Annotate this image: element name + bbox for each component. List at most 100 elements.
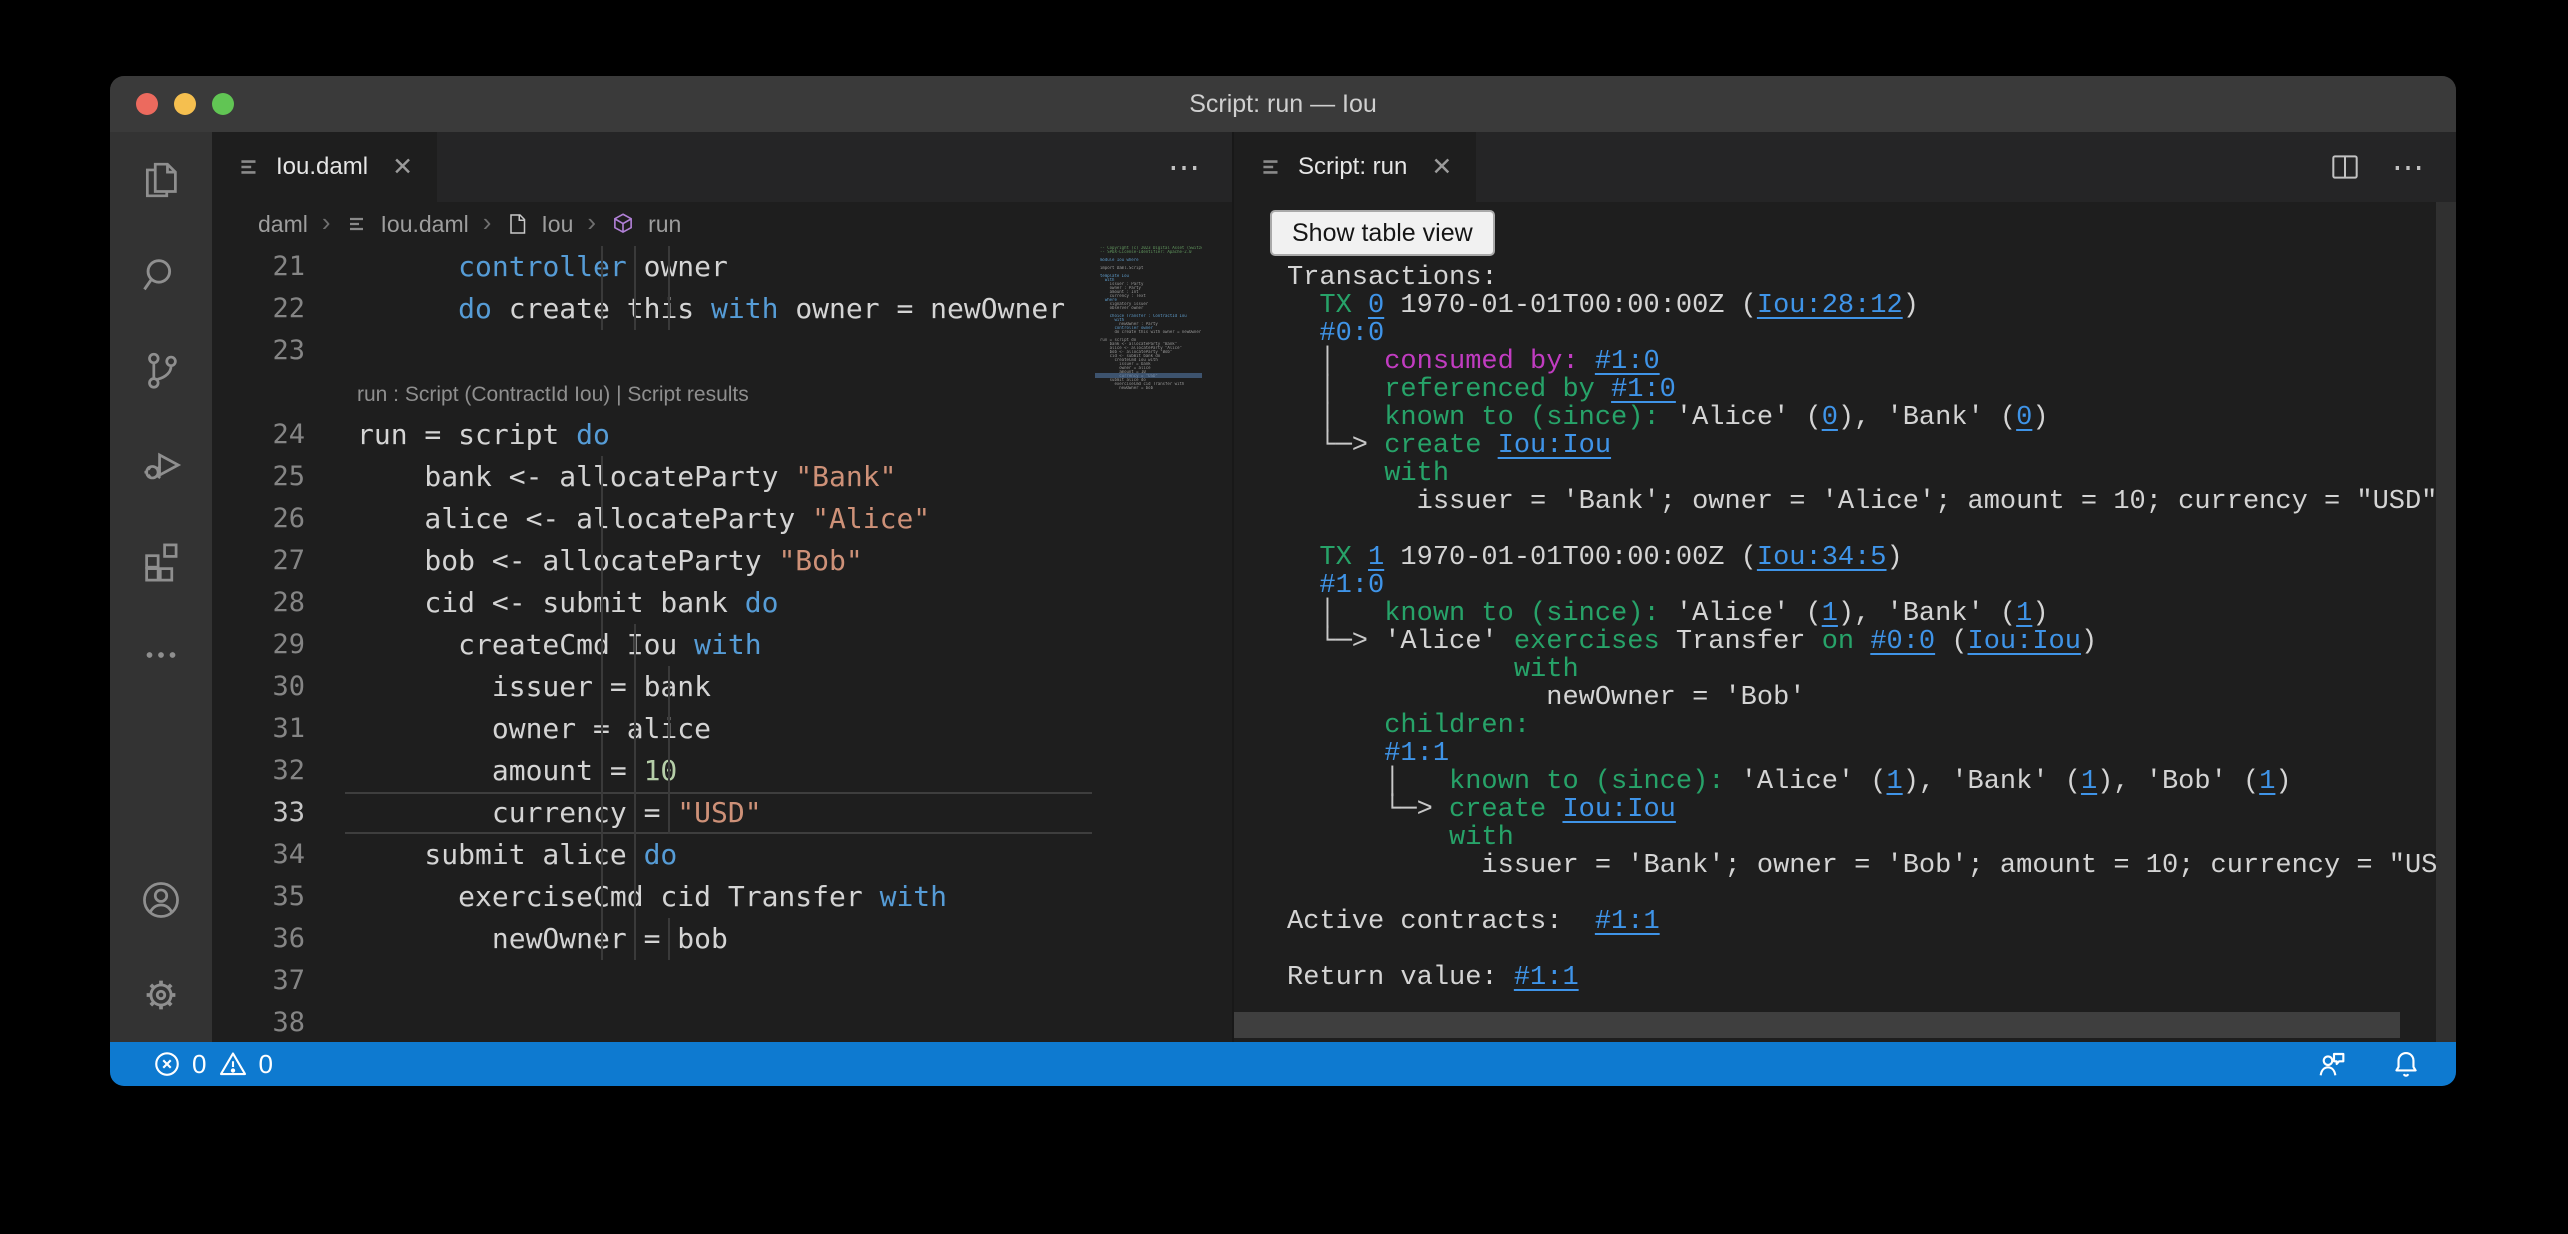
output-line: Transactions: [1287,264,2456,292]
code-line[interactable]: 33 currency = "USD" [212,792,1232,834]
code-line[interactable]: 27 bob <- allocateParty "Bob" [212,540,1232,582]
output-text: │ [1287,767,1449,797]
desktop: Script: run — Iou [0,0,2568,1234]
output-text: issuer = 'Bank'; owner = 'Bob'; amount =… [1287,851,2456,881]
tab-script-run[interactable]: Script: run ✕ [1234,132,1476,202]
extensions-icon[interactable] [110,512,212,607]
explorer-icon[interactable] [110,132,212,227]
output-text: ( [1935,627,1967,657]
code-text: controller owner [357,246,728,288]
tab-iou-daml[interactable]: Iou.daml ✕ [212,132,437,202]
code-line[interactable]: 22 do create this with owner = newOwner [212,288,1232,330]
code-line[interactable]: 30 issuer = bank [212,666,1232,708]
breadcrumb-item-file[interactable]: Iou.daml [381,211,469,238]
output-text: │ [1287,403,1384,433]
output-link[interactable]: 1 [1368,543,1384,573]
output-link[interactable]: 0 [1822,403,1838,433]
output-line: with [1287,656,2456,684]
breadcrumb-item-daml[interactable]: daml [258,211,308,238]
code-line[interactable]: 25 bank <- allocateParty "Bank" [212,456,1232,498]
code-line[interactable]: 34 submit alice do [212,834,1232,876]
output-link[interactable]: 1 [2016,599,2032,629]
output-text: ), 'Bank' ( [1903,767,2081,797]
editor-actions-more-icon[interactable]: ⋯ [1168,151,1202,183]
code-line[interactable]: 35 exerciseCmd cid Transfer with [212,876,1232,918]
output-line: issuer = 'Bank'; owner = 'Alice'; amount… [1287,488,2456,516]
code-line[interactable]: 31 owner = alice [212,708,1232,750]
run-debug-icon[interactable] [110,417,212,512]
chevron-right-icon: › [483,207,492,238]
close-tab-icon[interactable]: ✕ [392,152,413,182]
breadcrumb-item-symbol[interactable]: run [648,211,681,238]
settings-gear-icon[interactable] [110,947,212,1042]
output-link[interactable]: Iou:Iou [1968,627,2081,657]
output-link[interactable]: #1:0 [1611,375,1676,405]
horizontal-scrollbar[interactable] [1234,1012,2400,1038]
code-text: issuer = bank [357,666,711,708]
show-table-view-button[interactable]: Show table view [1270,210,1495,256]
output-link[interactable]: 1 [2259,767,2275,797]
code-line[interactable]: 26 alice <- allocateParty "Alice" [212,498,1232,540]
account-icon[interactable] [110,852,212,947]
minimap[interactable]: -- Copyright (c) 2023 Digital Asset (Swi… [1095,246,1202,1042]
editor-actions-more-icon[interactable]: ⋯ [2392,151,2426,183]
output-link[interactable]: 1 [2081,767,2097,797]
output-link[interactable]: Iou:34:5 [1757,543,1887,573]
output-link[interactable]: Iou:Iou [1562,795,1675,825]
output-text: consumed by: [1384,347,1595,377]
output-link[interactable]: 0 [1368,291,1384,321]
title-bar[interactable]: Script: run — Iou [110,76,2456,132]
output-text: ) [2275,767,2291,797]
output-text: children: [1287,711,1530,741]
line-number: 33 [212,792,357,834]
code-line[interactable]: 24run = script do [212,414,1232,456]
code-line[interactable]: 29 createCmd Iou with [212,624,1232,666]
code-line[interactable]: 36 newOwner = bob [212,918,1232,960]
codelens-row[interactable]: run : Script (ContractId Iou) | Script r… [212,372,1232,414]
vertical-scrollbar[interactable] [2436,202,2456,1042]
breadcrumb-item-module[interactable]: Iou [541,211,573,238]
code-line[interactable]: 37 [212,960,1232,1002]
close-tab-icon[interactable]: ✕ [1431,152,1452,182]
output-link[interactable]: Iou:28:12 [1757,291,1903,321]
line-number: 36 [212,918,357,960]
problems-warnings[interactable]: 0 [218,1049,272,1080]
more-actions-icon[interactable] [110,607,212,702]
output-link[interactable]: 1 [1887,767,1903,797]
code-line[interactable]: 38 [212,1002,1232,1042]
code-text: exerciseCmd cid Transfer with [357,876,947,918]
search-icon[interactable] [110,227,212,322]
code-line[interactable]: 32 amount = 10 [212,750,1232,792]
code-line[interactable]: 21 controller owner [212,246,1232,288]
notifications-bell-icon[interactable] [2390,1048,2422,1080]
output-link[interactable]: Iou:Iou [1498,431,1611,461]
output-link[interactable]: 0 [2016,403,2032,433]
output-line: children: [1287,712,2456,740]
output-text: create [1384,431,1497,461]
output-link[interactable]: #1:0 [1595,347,1660,377]
tab-label: Script: run [1298,153,1407,181]
code-line[interactable]: 23 [212,330,1232,372]
indent-guide [634,624,636,960]
output-text: ) [1887,543,1903,573]
problems-errors[interactable]: 0 [152,1049,206,1080]
indent-guide [668,666,670,834]
output-text: ) [2032,403,2048,433]
line-number: 23 [212,330,357,372]
code-text: cid <- submit bank do [357,582,778,624]
output-link[interactable]: #1:1 [1514,963,1579,993]
line-number: 37 [212,960,357,1002]
code-editor[interactable]: 21 controller owner22 do create this wit… [212,246,1232,1042]
output-link[interactable]: #0:0 [1870,627,1935,657]
feedback-icon[interactable] [2316,1048,2348,1080]
code-text: do create this with owner = newOwner [357,288,1065,330]
warning-count: 0 [258,1049,272,1080]
code-line[interactable]: 28 cid <- submit bank do [212,582,1232,624]
code-text: run = script do [357,414,610,456]
output-text: └─> [1287,431,1384,461]
output-link[interactable]: 1 [1822,599,1838,629]
split-editor-icon[interactable] [2328,150,2362,184]
source-control-icon[interactable] [110,322,212,417]
output-link[interactable]: #1:1 [1595,907,1660,937]
line-number: 26 [212,498,357,540]
